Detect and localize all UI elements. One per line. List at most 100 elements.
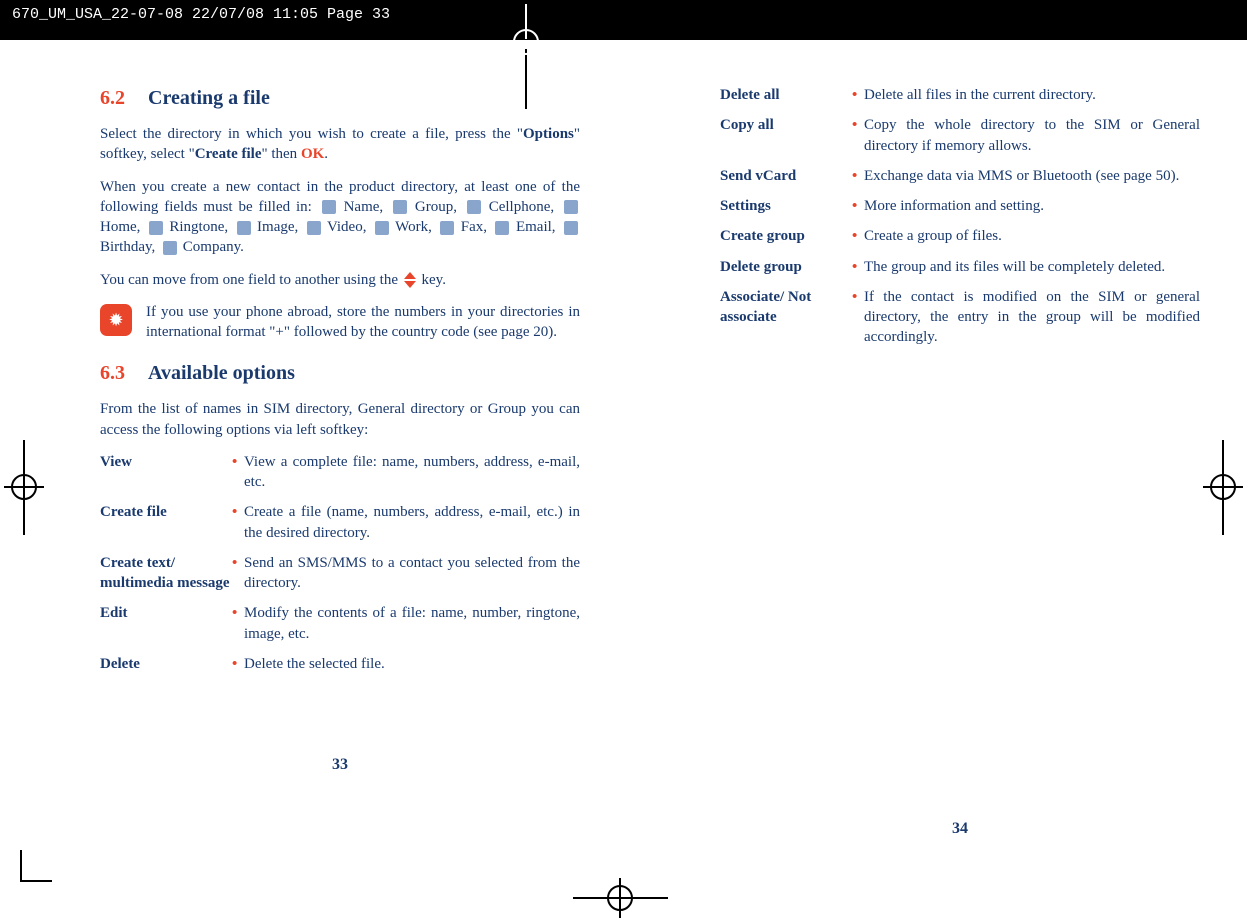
para-fields: When you create a new contact in the pro… bbox=[100, 177, 580, 258]
option-row: Copy all•Copy the whole directory to the… bbox=[720, 115, 1200, 156]
company-icon bbox=[163, 241, 177, 255]
group-icon bbox=[393, 200, 407, 214]
section-number: 6.2 bbox=[100, 87, 125, 109]
option-desc: Send an SMS/MMS to a contact you selecte… bbox=[244, 553, 580, 594]
video-icon bbox=[307, 221, 321, 235]
option-label: Create text/ multimedia message bbox=[100, 553, 232, 594]
option-label: Settings bbox=[720, 196, 852, 216]
bullet-icon: • bbox=[232, 502, 244, 543]
heading-6-3: 6.3 Available options bbox=[100, 360, 580, 387]
bullet-icon: • bbox=[852, 166, 864, 186]
person-icon bbox=[322, 200, 336, 214]
option-label: Create group bbox=[720, 226, 852, 246]
ringtone-icon bbox=[149, 221, 163, 235]
field-label: Home, bbox=[100, 219, 145, 235]
bullet-icon: • bbox=[852, 226, 864, 246]
option-row: Delete group•The group and its files wil… bbox=[720, 257, 1200, 277]
tip-text: If you use your phone abroad, store the … bbox=[146, 302, 580, 343]
field-label: Company. bbox=[179, 239, 244, 255]
option-desc: Delete all files in the current director… bbox=[864, 85, 1200, 105]
crop-mark-left bbox=[4, 440, 44, 535]
bullet-icon: • bbox=[852, 287, 864, 348]
field-label: Work, bbox=[391, 219, 436, 235]
option-row: View•View a complete file: name, numbers… bbox=[100, 452, 580, 493]
option-label: Copy all bbox=[720, 115, 852, 156]
ok-key: OK bbox=[301, 146, 324, 162]
option-desc: The group and its files will be complete… bbox=[864, 257, 1200, 277]
field-label: Ringtone, bbox=[165, 219, 233, 235]
bullet-icon: • bbox=[852, 257, 864, 277]
para-nav-key: You can move from one field to another u… bbox=[100, 270, 580, 290]
bullet-icon: • bbox=[232, 553, 244, 594]
option-desc: Modify the contents of a file: name, num… bbox=[244, 603, 580, 644]
print-header-text: 670_UM_USA_22-07-08 22/07/08 11:05 Page … bbox=[12, 6, 390, 23]
fax-icon bbox=[440, 221, 454, 235]
option-label: Delete group bbox=[720, 257, 852, 277]
option-row: Send vCard•Exchange data via MMS or Blue… bbox=[720, 166, 1200, 186]
crop-corner-bottom-left bbox=[20, 850, 52, 882]
option-desc: Delete the selected file. bbox=[244, 654, 580, 674]
option-desc: If the contact is modified on the SIM or… bbox=[864, 287, 1200, 348]
section-number: 6.3 bbox=[100, 362, 125, 384]
page-left: 6.2 Creating a file Select the directory… bbox=[60, 75, 620, 839]
option-label: Send vCard bbox=[720, 166, 852, 186]
option-label: Delete all bbox=[720, 85, 852, 105]
print-header-strip: 670_UM_USA_22-07-08 22/07/08 11:05 Page … bbox=[0, 0, 1247, 40]
bullet-icon: • bbox=[232, 654, 244, 674]
para-create-file: Select the directory in which you wish t… bbox=[100, 124, 580, 165]
bullet-icon: • bbox=[232, 603, 244, 644]
field-label: Name, bbox=[338, 199, 389, 215]
field-label: Video, bbox=[323, 219, 371, 235]
option-desc: Create a file (name, numbers, address, e… bbox=[244, 502, 580, 543]
page-number-left: 33 bbox=[100, 754, 580, 776]
bullet-icon: • bbox=[852, 196, 864, 216]
field-label: Fax, bbox=[456, 219, 491, 235]
option-row: Associate/ Not associate•If the contact … bbox=[720, 287, 1200, 348]
section-title: Available options bbox=[148, 362, 295, 384]
work-icon bbox=[375, 221, 389, 235]
crop-mark-bottom bbox=[573, 878, 668, 918]
option-row: Create group•Create a group of files. bbox=[720, 226, 1200, 246]
option-label: Create file bbox=[100, 502, 232, 543]
field-label: Group, bbox=[409, 199, 463, 215]
option-desc: More information and setting. bbox=[864, 196, 1200, 216]
birthday-icon bbox=[564, 221, 578, 235]
option-desc: Create a group of files. bbox=[864, 226, 1200, 246]
option-row: Delete•Delete the selected file. bbox=[100, 654, 580, 674]
email-icon bbox=[495, 221, 509, 235]
option-desc: Exchange data via MMS or Bluetooth (see … bbox=[864, 166, 1200, 186]
option-desc: Copy the whole directory to the SIM or G… bbox=[864, 115, 1200, 156]
section-title: Creating a file bbox=[148, 87, 270, 109]
tip-international: ✹ If you use your phone abroad, store th… bbox=[100, 302, 580, 343]
field-label: Birthday, bbox=[100, 239, 159, 255]
lightbulb-icon: ✹ bbox=[100, 304, 132, 336]
option-row: Create file•Create a file (name, numbers… bbox=[100, 502, 580, 543]
option-label: Delete bbox=[100, 654, 232, 674]
option-label: View bbox=[100, 452, 232, 493]
option-desc: View a complete file: name, numbers, add… bbox=[244, 452, 580, 493]
field-label: Email, bbox=[511, 219, 560, 235]
bullet-icon: • bbox=[852, 115, 864, 156]
option-label: Associate/ Not associate bbox=[720, 287, 852, 348]
nav-key-icon bbox=[404, 272, 416, 288]
para-options-intro: From the list of names in SIM directory,… bbox=[100, 399, 580, 440]
crop-mark-top bbox=[495, 4, 557, 109]
option-row: Edit•Modify the contents of a file: name… bbox=[100, 603, 580, 644]
home-icon bbox=[564, 200, 578, 214]
option-row: Delete all•Delete all files in the curre… bbox=[720, 85, 1200, 105]
option-row: Settings•More information and setting. bbox=[720, 196, 1200, 216]
page-number-right: 34 bbox=[720, 818, 1200, 840]
field-label: Cellphone, bbox=[483, 199, 560, 215]
page-right: Delete all•Delete all files in the curre… bbox=[680, 75, 1240, 839]
bullet-icon: • bbox=[232, 452, 244, 493]
bullet-icon: • bbox=[852, 85, 864, 105]
field-label: Image, bbox=[253, 219, 303, 235]
image-icon bbox=[237, 221, 251, 235]
options-list-left: View•View a complete file: name, numbers… bbox=[100, 452, 580, 674]
cell-icon bbox=[467, 200, 481, 214]
options-list-right: Delete all•Delete all files in the curre… bbox=[720, 85, 1200, 348]
page-spread: 6.2 Creating a file Select the directory… bbox=[0, 0, 1247, 839]
option-row: Create text/ multimedia message•Send an … bbox=[100, 553, 580, 594]
option-label: Edit bbox=[100, 603, 232, 644]
crop-mark-right bbox=[1203, 440, 1243, 535]
